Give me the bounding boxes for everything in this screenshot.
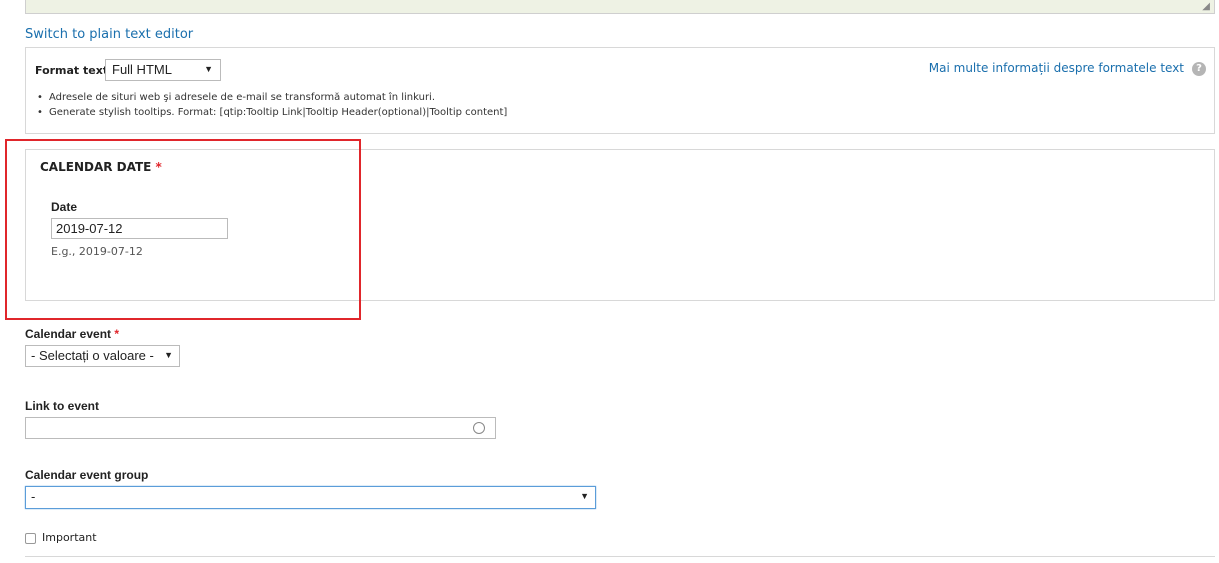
calendar-event-label-text: Calendar event	[25, 327, 112, 341]
format-text-label: Format text	[35, 64, 109, 77]
divider	[25, 556, 1215, 557]
format-text-box: Format text Full HTML ▼ Mai multe inform…	[25, 47, 1215, 134]
chevron-down-icon: ▼	[204, 64, 213, 74]
help-icon[interactable]: ?	[1192, 62, 1206, 76]
chevron-down-icon: ▼	[164, 350, 173, 360]
important-label[interactable]: Important	[42, 531, 97, 544]
calendar-event-select[interactable]: - Selectați o valoare - ▼	[25, 345, 180, 367]
calendar-event-group-label: Calendar event group	[25, 468, 149, 482]
calendar-event-group-select[interactable]: - ▼	[25, 486, 596, 509]
link-to-event-label: Link to event	[25, 399, 100, 413]
autocomplete-throbber-icon	[473, 422, 485, 434]
link-to-event-input[interactable]	[25, 417, 496, 439]
chevron-down-icon: ▼	[580, 491, 589, 501]
format-select-value: Full HTML	[112, 62, 172, 77]
format-tips-list: Adresele de situri web şi adresele de e-…	[35, 90, 507, 120]
switch-plain-text-link[interactable]: Switch to plain text editor	[25, 27, 193, 42]
important-checkbox[interactable]	[25, 533, 36, 544]
calendar-event-select-value: - Selectați o valoare -	[31, 348, 154, 363]
list-item: Adresele de situri web şi adresele de e-…	[35, 90, 507, 105]
more-info-link[interactable]: Mai multe informații despre formatele te…	[929, 61, 1184, 75]
editor-bottom-bar: ◢	[25, 0, 1215, 14]
list-item: Generate stylish tooltips. Format: [qtip…	[35, 105, 507, 120]
required-marker: *	[114, 327, 120, 341]
highlight-annotation-box	[5, 139, 361, 320]
calendar-event-group-select-value: -	[31, 489, 36, 504]
calendar-event-label: Calendar event *	[25, 327, 119, 341]
resize-grip-icon[interactable]: ◢	[1202, 2, 1210, 12]
format-select[interactable]: Full HTML ▼	[105, 59, 221, 81]
